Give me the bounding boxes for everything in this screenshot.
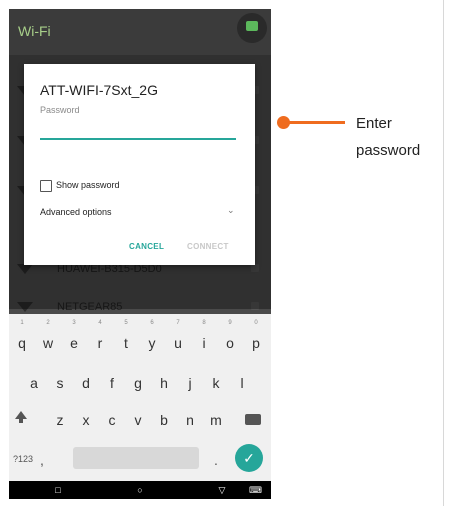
keyboard-row-1: 1q 2w 3e 4r 5t 6y 7u 8i 9o 0p	[9, 320, 271, 358]
key-b[interactable]: b	[153, 405, 175, 435]
keyboard-switch-icon[interactable]: ⌨	[249, 485, 262, 495]
period-key[interactable]: .	[214, 452, 218, 468]
key-m[interactable]: m	[205, 405, 227, 435]
key-label: u	[174, 335, 182, 351]
key-number-hint: 8	[202, 320, 206, 326]
navigation-bar: □ ○ ▽ ⌨	[9, 481, 271, 499]
comma-key[interactable]: ,	[40, 452, 44, 468]
soft-keyboard: 1q 2w 3e 4r 5t 6y 7u 8i 9o 0p a s d f g …	[9, 314, 271, 481]
key-label: r	[97, 335, 103, 351]
key-number-hint: 4	[98, 320, 102, 326]
key-w[interactable]: 2w	[37, 320, 59, 358]
key-d[interactable]: d	[75, 368, 97, 398]
key-label: o	[226, 335, 234, 351]
key-number-hint: 2	[46, 320, 50, 326]
keyboard-row-3: z x c v b n m	[9, 405, 271, 435]
connect-button[interactable]: CONNECT	[187, 242, 229, 251]
key-q[interactable]: 1q	[11, 320, 33, 358]
callout-line	[282, 121, 345, 124]
password-label: Password	[40, 105, 80, 115]
key-label: p	[252, 335, 260, 351]
advanced-options[interactable]: Advanced options	[40, 207, 112, 217]
key-number-hint: 7	[176, 320, 180, 326]
phone-screen: Wi-Fi HUAWEI-B315-D5D0 NETGEAR85 ATT-WIF…	[9, 9, 271, 499]
show-password-checkbox[interactable]	[40, 180, 52, 192]
app-title: Wi-Fi	[18, 23, 51, 39]
key-p[interactable]: 0p	[245, 320, 267, 358]
cancel-button[interactable]: CANCEL	[129, 242, 164, 251]
callout-text: Enter password	[356, 110, 420, 164]
key-z[interactable]: z	[49, 405, 71, 435]
key-y[interactable]: 6y	[141, 320, 163, 358]
key-label: q	[18, 335, 26, 351]
key-h[interactable]: h	[153, 368, 175, 398]
chevron-down-icon[interactable]: ⌄	[227, 205, 235, 216]
app-bar: Wi-Fi	[9, 9, 271, 55]
callout-dot	[277, 116, 290, 129]
key-l[interactable]: l	[231, 368, 253, 398]
back-icon[interactable]: ▽	[217, 485, 227, 495]
key-f[interactable]: f	[101, 368, 123, 398]
key-r[interactable]: 4r	[89, 320, 111, 358]
keyboard-row-4: ?123 , . ✓	[9, 444, 271, 474]
keyboard-row-2: a s d f g h j k l	[9, 368, 271, 398]
key-u[interactable]: 7u	[167, 320, 189, 358]
space-key[interactable]	[73, 447, 199, 469]
key-label: t	[124, 335, 128, 351]
key-x[interactable]: x	[75, 405, 97, 435]
recents-icon[interactable]: □	[53, 485, 63, 495]
key-e[interactable]: 3e	[63, 320, 85, 358]
key-label: e	[70, 335, 78, 351]
enter-key[interactable]: ✓	[235, 444, 263, 472]
key-n[interactable]: n	[179, 405, 201, 435]
key-j[interactable]: j	[179, 368, 201, 398]
password-input[interactable]	[40, 122, 236, 140]
dialog-title: ATT-WIFI-7Sxt_2G	[40, 82, 158, 98]
home-icon[interactable]: ○	[135, 485, 145, 495]
key-v[interactable]: v	[127, 405, 149, 435]
show-password-label[interactable]: Show password	[56, 180, 120, 190]
wifi-password-dialog: ATT-WIFI-7Sxt_2G Password Show password …	[24, 64, 255, 265]
callout-line-2: password	[356, 142, 421, 159]
shift-icon[interactable]	[15, 411, 27, 423]
key-number-hint: 6	[150, 320, 154, 326]
key-number-hint: 9	[228, 320, 232, 326]
key-s[interactable]: s	[49, 368, 71, 398]
key-o[interactable]: 9o	[219, 320, 241, 358]
divider-line	[443, 0, 444, 506]
callout-line-1: Enter	[356, 115, 392, 132]
key-label: i	[202, 335, 206, 351]
key-number-hint: 0	[254, 320, 258, 326]
key-label: y	[148, 335, 156, 351]
symbols-key[interactable]: ?123	[13, 454, 33, 464]
backspace-icon[interactable]	[245, 414, 261, 425]
key-c[interactable]: c	[101, 405, 123, 435]
key-number-hint: 1	[20, 320, 24, 326]
key-i[interactable]: 8i	[193, 320, 215, 358]
wifi-toggle[interactable]	[237, 13, 267, 43]
key-a[interactable]: a	[23, 368, 45, 398]
key-number-hint: 5	[124, 320, 128, 326]
key-k[interactable]: k	[205, 368, 227, 398]
key-number-hint: 3	[72, 320, 76, 326]
key-label: w	[42, 335, 54, 351]
key-g[interactable]: g	[127, 368, 149, 398]
key-t[interactable]: 5t	[115, 320, 137, 358]
